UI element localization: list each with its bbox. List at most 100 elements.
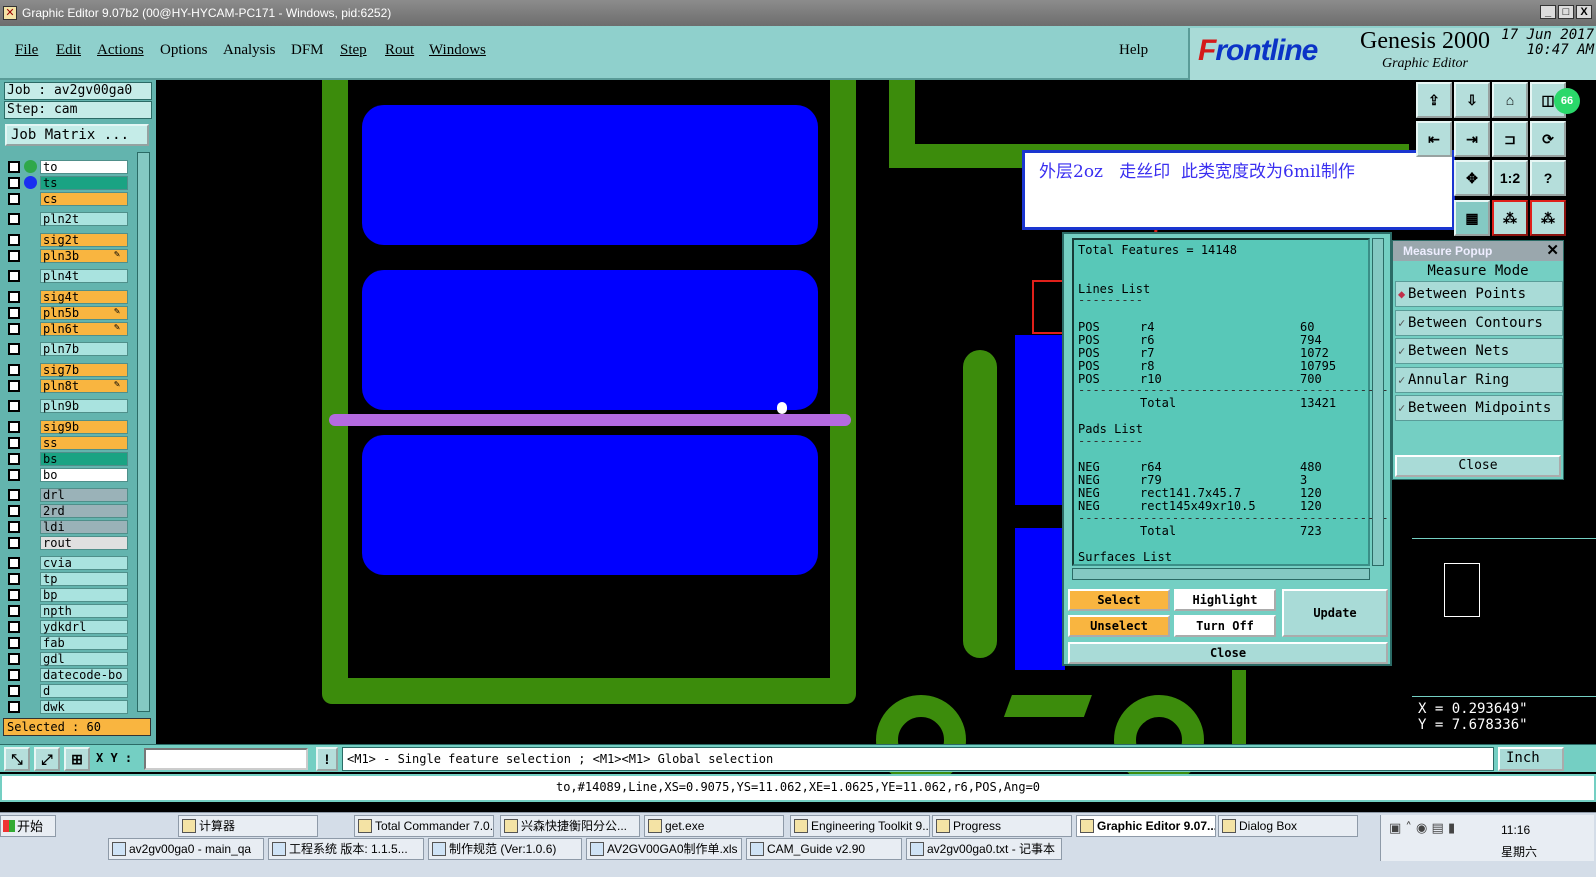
unselect-button[interactable]: Unselect [1068, 615, 1170, 637]
highlighted-silkscreen-line[interactable] [329, 414, 851, 426]
xy-input[interactable] [144, 748, 308, 770]
layer-row-pln8t[interactable]: pln8t ✎ [6, 379, 128, 393]
taskbar-button[interactable]: Total Commander 7.0... [354, 815, 494, 837]
layer-name[interactable]: to [40, 160, 128, 174]
menu-help[interactable]: Help [1119, 42, 1148, 59]
layer-name[interactable]: 2rd [40, 504, 128, 518]
layer-row-ts[interactable]: ts [6, 176, 128, 190]
layer-checkbox[interactable] [8, 323, 20, 335]
layer-name[interactable]: gdl [40, 652, 128, 666]
netlist-icon[interactable]: ⁂ [1492, 200, 1528, 236]
layer-row-ydkdrl[interactable]: ydkdrl [6, 620, 128, 634]
measure-icon[interactable]: ⤢ [34, 747, 60, 771]
layer-checkbox[interactable] [8, 343, 20, 355]
layer-row-pln6t[interactable]: pln6t ✎ [6, 322, 128, 336]
layer-row-2rd[interactable]: 2rd [6, 504, 128, 518]
layer-row-fab[interactable]: fab [6, 636, 128, 650]
layer-checkbox[interactable] [8, 685, 20, 697]
layer-row-d[interactable]: d [6, 684, 128, 698]
taskbar-button[interactable]: Dialog Box [1218, 815, 1358, 837]
layer-row-npth[interactable]: npth [6, 604, 128, 618]
layer-checkbox[interactable] [8, 437, 20, 449]
layer-row-pln9b[interactable]: pln9b [6, 399, 128, 413]
layer-name[interactable]: cs [40, 192, 128, 206]
layer-row-sig4t[interactable]: sig4t [6, 290, 128, 304]
select-button[interactable]: Select [1068, 589, 1170, 611]
layer-row-datecode-bo[interactable]: datecode-bo [6, 668, 128, 682]
layer-name[interactable]: tp [40, 572, 128, 586]
start-button[interactable]: 开始 [0, 815, 56, 837]
layer-checkbox[interactable] [8, 573, 20, 585]
minimize-button[interactable]: _ [1540, 5, 1556, 19]
menu-actions[interactable]: Actions [97, 42, 144, 59]
taskbar-button[interactable]: Engineering Toolkit 9.... [790, 815, 930, 837]
layer-row-bo[interactable]: bo [6, 468, 128, 482]
features-close-button[interactable]: Close [1068, 642, 1388, 664]
layer-checkbox[interactable] [8, 213, 20, 225]
layer-name[interactable]: sig4t [40, 290, 128, 304]
home-icon[interactable]: ⌂ [1492, 82, 1528, 118]
layer-checkbox[interactable] [8, 557, 20, 569]
layer-checkbox[interactable] [8, 589, 20, 601]
layer-row-dwk[interactable]: dwk [6, 700, 128, 714]
taskbar-button[interactable]: 计算器 [178, 815, 318, 837]
menu-dfm[interactable]: DFM [291, 42, 324, 59]
taskbar-button[interactable]: 制作规范 (Ver:1.0.6) [428, 838, 582, 860]
layer-row-pln4t[interactable]: pln4t [6, 269, 128, 283]
layer-row-sig7b[interactable]: sig7b [6, 363, 128, 377]
layer-checkbox[interactable] [8, 453, 20, 465]
layer-row-cs[interactable]: cs [6, 192, 128, 206]
layer-row-sig2t[interactable]: sig2t [6, 233, 128, 247]
layer-checkbox[interactable] [8, 537, 20, 549]
taskbar-button[interactable]: Graphic Editor 9.07... [1076, 815, 1216, 837]
layer-row-ldi[interactable]: ldi [6, 520, 128, 534]
layer-name[interactable]: pln9b [40, 399, 128, 413]
pan-left-icon[interactable]: ⇤ [1416, 121, 1452, 157]
layer-name[interactable]: dwk [40, 700, 128, 714]
measure-close-button[interactable]: Close [1395, 455, 1561, 477]
taskbar-button[interactable]: 兴森快捷衡阳分公... [500, 815, 640, 837]
layer-name[interactable]: npth [40, 604, 128, 618]
layer-row-pln3b[interactable]: pln3b ✎ [6, 249, 128, 263]
layer-checkbox[interactable] [8, 291, 20, 303]
zoom-home-icon[interactable]: ⇪ [1416, 82, 1452, 118]
scale-button[interactable]: 1:2 [1492, 160, 1528, 196]
taskbar-button[interactable]: AV2GV00GA0制作单.xls ... [586, 838, 742, 860]
layer-checkbox[interactable] [8, 701, 20, 713]
menu-options[interactable]: Options [160, 42, 208, 59]
layer-row-sig9b[interactable]: sig9b [6, 420, 128, 434]
units-selector[interactable]: Inch [1498, 747, 1564, 771]
layer-name[interactable]: bp [40, 588, 128, 602]
grid-snap-icon[interactable]: ⊞ [64, 747, 90, 771]
taskbar-button[interactable]: Progress [932, 815, 1072, 837]
fit-icon[interactable]: ⊐ [1492, 121, 1528, 157]
layer-name[interactable]: bs [40, 452, 128, 466]
close-window-button[interactable]: X [1576, 5, 1592, 19]
update-button[interactable]: Update [1282, 589, 1388, 637]
layer-checkbox[interactable] [8, 307, 20, 319]
layer-name[interactable]: pln7b [40, 342, 128, 356]
layer-name[interactable]: drl [40, 488, 128, 502]
layer-checkbox[interactable] [8, 621, 20, 633]
layer-checkbox[interactable] [8, 193, 20, 205]
layer-name[interactable]: pln4t [40, 269, 128, 283]
taskbar-button[interactable]: av2gv00ga0.txt - 记事本 [906, 838, 1062, 860]
layer-row-ss[interactable]: ss [6, 436, 128, 450]
layer-name[interactable]: cvia [40, 556, 128, 570]
layer-name[interactable]: ldi [40, 520, 128, 534]
menu-file[interactable]: File [15, 42, 38, 59]
menu-analysis[interactable]: Analysis [223, 42, 276, 59]
highlight-button[interactable]: Highlight [1174, 589, 1276, 611]
layer-checkbox[interactable] [8, 521, 20, 533]
taskbar-button[interactable]: 工程系统 版本: 1.1.5... [268, 838, 424, 860]
layer-checkbox[interactable] [8, 364, 20, 376]
layer-checkbox[interactable] [8, 489, 20, 501]
layer-row-to[interactable]: to [6, 160, 128, 174]
layer-row-pln5b[interactable]: pln5b ✎ [6, 306, 128, 320]
maximize-button[interactable]: □ [1558, 5, 1574, 19]
layer-name[interactable]: fab [40, 636, 128, 650]
layer-name[interactable]: pln2t [40, 212, 128, 226]
layer-checkbox[interactable] [8, 669, 20, 681]
job-matrix-button[interactable]: Job Matrix ... [5, 124, 149, 146]
layer-name[interactable]: sig9b [40, 420, 128, 434]
